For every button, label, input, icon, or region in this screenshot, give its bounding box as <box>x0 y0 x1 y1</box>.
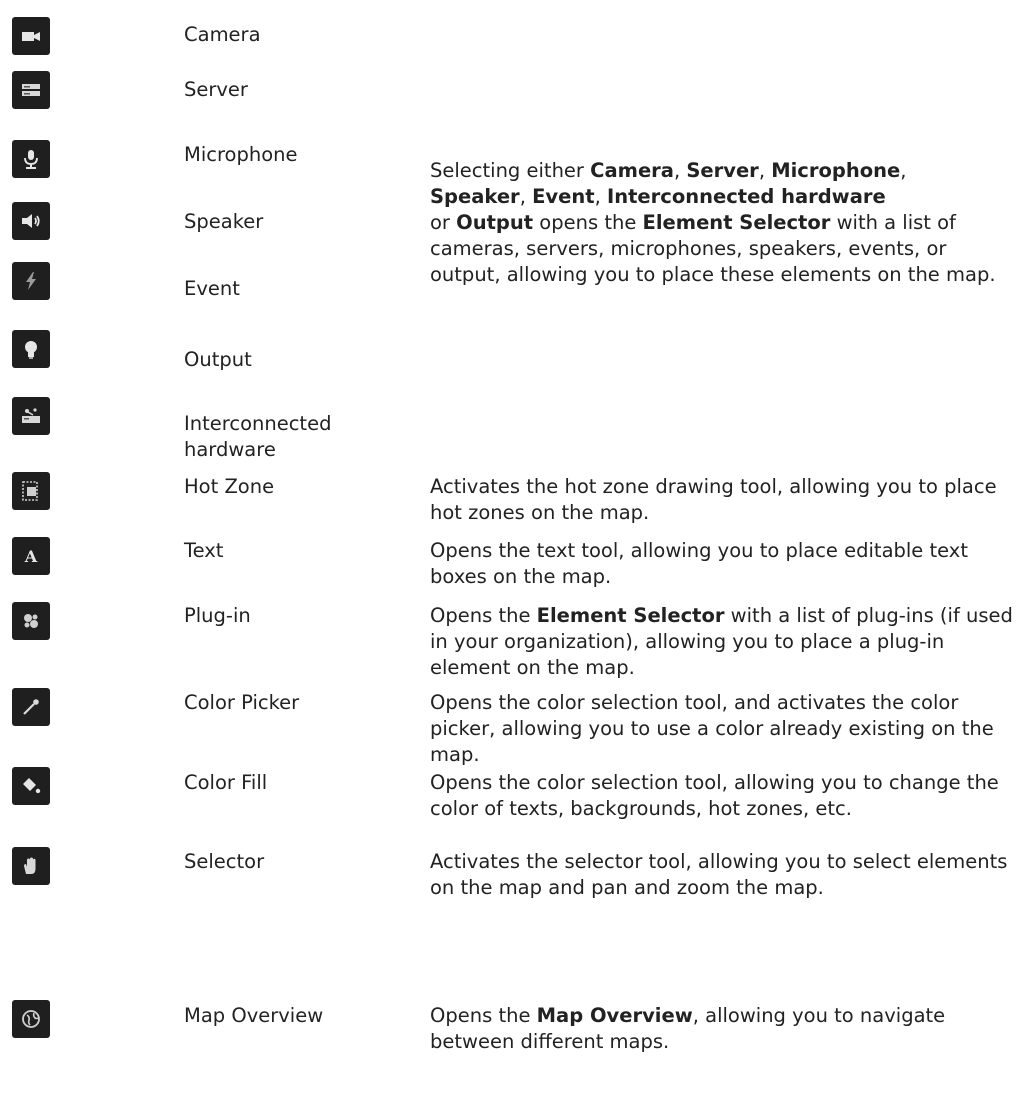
description-text: Opens the text tool, allowing you to pla… <box>430 539 968 588</box>
description-hot-zone: Activates the hot zone drawing tool, all… <box>430 475 997 524</box>
server-icon <box>12 71 50 109</box>
description-selector: Activates the selector tool, allowing yo… <box>430 850 1008 899</box>
hot-zone-icon <box>12 472 50 510</box>
puzzle-icon <box>12 602 50 640</box>
description-color-fill: Opens the color selection tool, allowing… <box>430 771 999 820</box>
paint-bucket-icon <box>12 767 50 805</box>
speaker-icon <box>12 202 50 240</box>
label-map-overview: Map Overview <box>184 1004 324 1027</box>
lightning-icon <box>12 262 50 300</box>
label-color-picker: Color Picker <box>184 691 300 714</box>
label-server: Server <box>184 78 248 101</box>
label-text: Text <box>184 539 224 562</box>
svg-text:A: A <box>24 547 38 566</box>
interconnected-hardware-icon <box>12 397 50 435</box>
microphone-icon <box>12 140 50 178</box>
label-output: Output <box>184 348 252 371</box>
globe-icon <box>12 1000 50 1038</box>
lightbulb-icon <box>12 330 50 368</box>
label-interconnected-hardware: Interconnected hardware <box>184 412 332 461</box>
description-map-overview: Opens the Map Overview, allowing you to … <box>430 1004 946 1053</box>
description-color-picker: Opens the color selection tool, and acti… <box>430 691 994 766</box>
text-icon: A <box>12 537 50 575</box>
label-event: Event <box>184 277 240 300</box>
label-microphone: Microphone <box>184 143 298 166</box>
label-hot-zone: Hot Zone <box>184 475 275 498</box>
label-speaker: Speaker <box>184 210 264 233</box>
label-color-fill: Color Fill <box>184 771 268 794</box>
description-plug-in: Opens the Element Selector with a list o… <box>430 604 1013 679</box>
label-camera: Camera <box>184 23 261 46</box>
camera-icon <box>12 17 50 55</box>
label-selector: Selector <box>184 850 265 873</box>
description-element-group: Selecting either Camera, Server, Microph… <box>430 159 996 286</box>
label-plug-in: Plug-in <box>184 604 251 627</box>
hand-icon <box>12 847 50 885</box>
eyedropper-icon <box>12 688 50 726</box>
